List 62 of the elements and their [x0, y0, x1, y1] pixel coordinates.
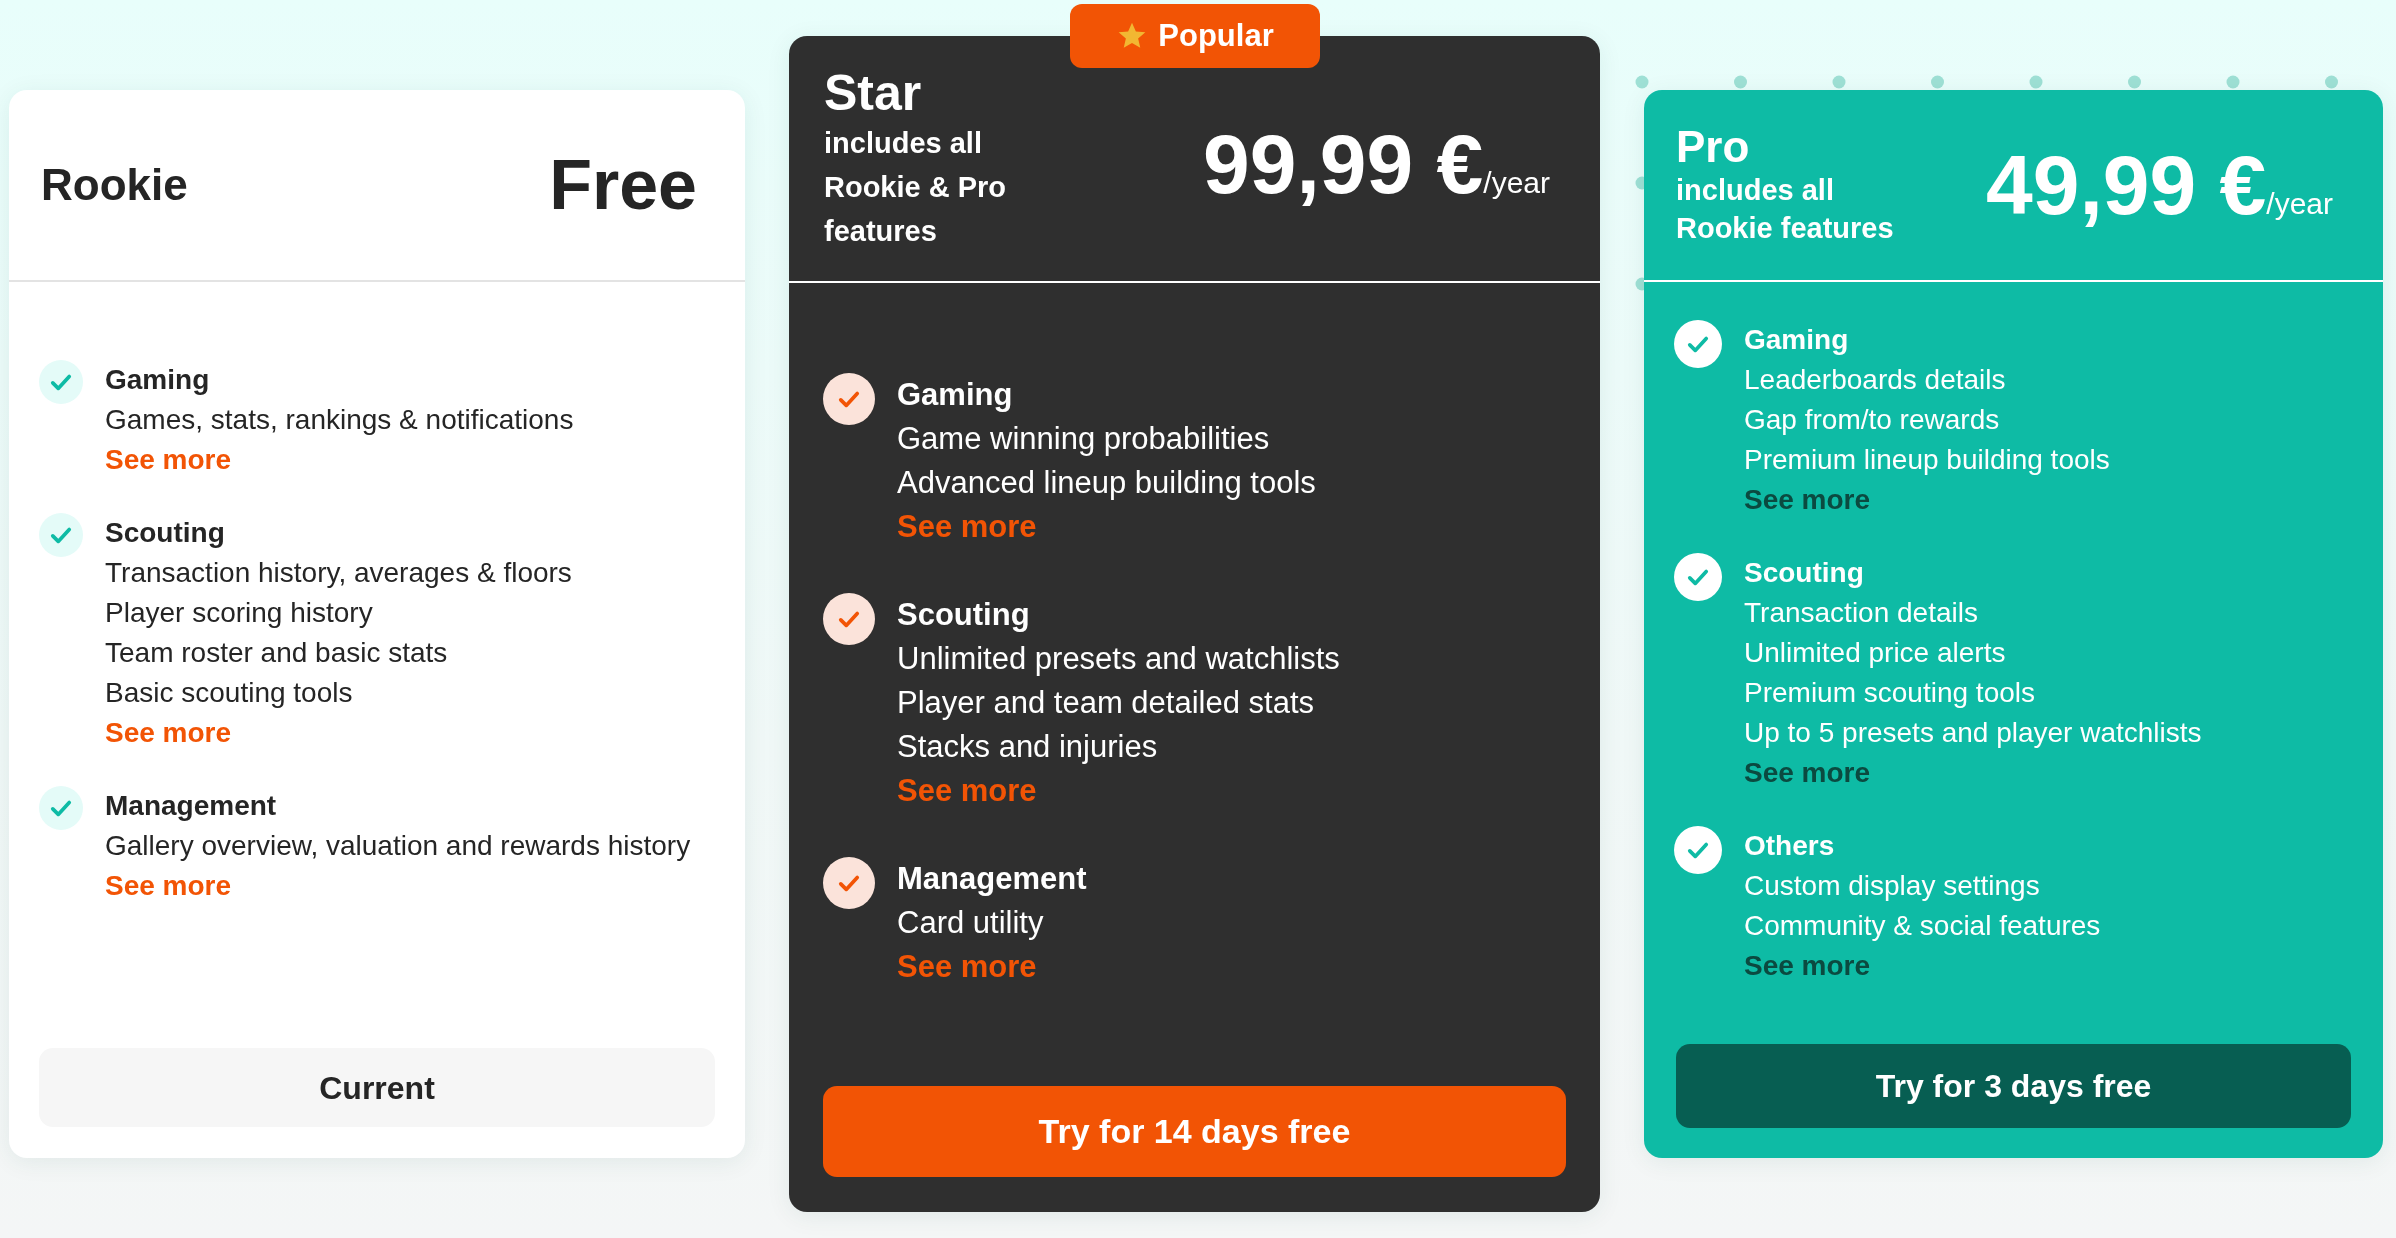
feature-item: Team roster and basic stats	[105, 636, 449, 670]
feature-item: Community & social features	[1744, 909, 2101, 943]
feature-item: Gap from/to rewards	[1744, 403, 2001, 437]
see-more-link[interactable]: See more	[105, 866, 232, 906]
check-icon	[39, 513, 83, 557]
check-icon	[823, 373, 875, 425]
feature-heading: Scouting	[897, 596, 1031, 634]
feature-item: Leaderboards details	[1744, 363, 2007, 397]
see-more-link[interactable]: See more	[105, 440, 232, 480]
plan-name: Star	[824, 66, 923, 121]
feature-item: Stacks and injuries	[897, 728, 1159, 766]
feature-item: Games, stats, rankings & notifications	[105, 403, 574, 437]
plan-description: includes all Rookie & Pro features	[824, 126, 1008, 249]
plan-name: Rookie	[41, 160, 188, 210]
check-icon	[823, 593, 875, 645]
check-icon	[39, 786, 83, 830]
feature-item: Player scoring history	[105, 596, 374, 630]
feature-item: Game winning probabilities	[897, 420, 1271, 458]
feature-heading: Scouting	[105, 516, 226, 550]
badge-label: Popular	[1158, 16, 1274, 55]
feature-item: Gallery overview, valuation and rewards history	[105, 829, 691, 863]
see-more-link[interactable]: See more	[1744, 480, 1871, 520]
see-more-link[interactable]: See more	[1744, 946, 1871, 986]
check-icon	[1674, 553, 1722, 601]
feature-item: Unlimited presets and watchlists	[897, 640, 1340, 678]
feature-item: Card utility	[897, 904, 1045, 942]
feature-heading: Scouting	[1744, 556, 1865, 590]
feature-item: Up to 5 presets and player watchlists	[1744, 716, 2202, 750]
feature-heading: Gaming	[105, 363, 211, 397]
see-more-link[interactable]: See more	[897, 945, 1037, 989]
feature-item: Player and team detailed stats	[897, 684, 1316, 722]
feature-item: Premium scouting tools	[1744, 676, 2036, 710]
see-more-link[interactable]: See more	[897, 769, 1037, 813]
price-label: 99,99 €	[1203, 117, 1484, 211]
feature-item: Basic scouting tools	[105, 676, 354, 710]
price-label: 49,99 €	[1986, 138, 2267, 232]
plan-description: includes all Rookie features	[1676, 173, 1895, 247]
feature-heading: Gaming	[897, 376, 1014, 414]
feature-heading: Management	[105, 789, 278, 823]
feature-heading: Management	[897, 860, 1087, 898]
feature-item: Unlimited price alerts	[1744, 636, 2007, 670]
plan-button[interactable]: Try for 14 days free	[823, 1086, 1566, 1177]
feature-heading: Gaming	[1744, 323, 1850, 357]
plan-button[interactable]: Try for 3 days free	[1676, 1044, 2351, 1128]
check-icon	[1674, 320, 1722, 368]
feature-item: Custom display settings	[1744, 869, 2041, 903]
feature-item: Advanced lineup building tools	[897, 464, 1316, 502]
see-more-link[interactable]: See more	[897, 505, 1037, 549]
period-label: /year	[1483, 166, 1550, 199]
period-label: /year	[2266, 187, 2333, 220]
feature-item: Premium lineup building tools	[1744, 443, 2110, 477]
plan-button[interactable]: Current	[39, 1048, 715, 1127]
see-more-link[interactable]: See more	[1744, 753, 1871, 793]
feature-item: Transaction details	[1744, 596, 1979, 630]
plan-name: Pro	[1676, 122, 1751, 172]
check-icon	[39, 360, 83, 404]
check-icon	[823, 857, 875, 909]
see-more-link[interactable]: See more	[105, 713, 232, 753]
feature-item: Transaction history, averages & floors	[105, 556, 572, 590]
price-label: Free	[549, 150, 697, 220]
check-icon	[1674, 826, 1722, 874]
feature-heading: Others	[1744, 829, 1836, 863]
